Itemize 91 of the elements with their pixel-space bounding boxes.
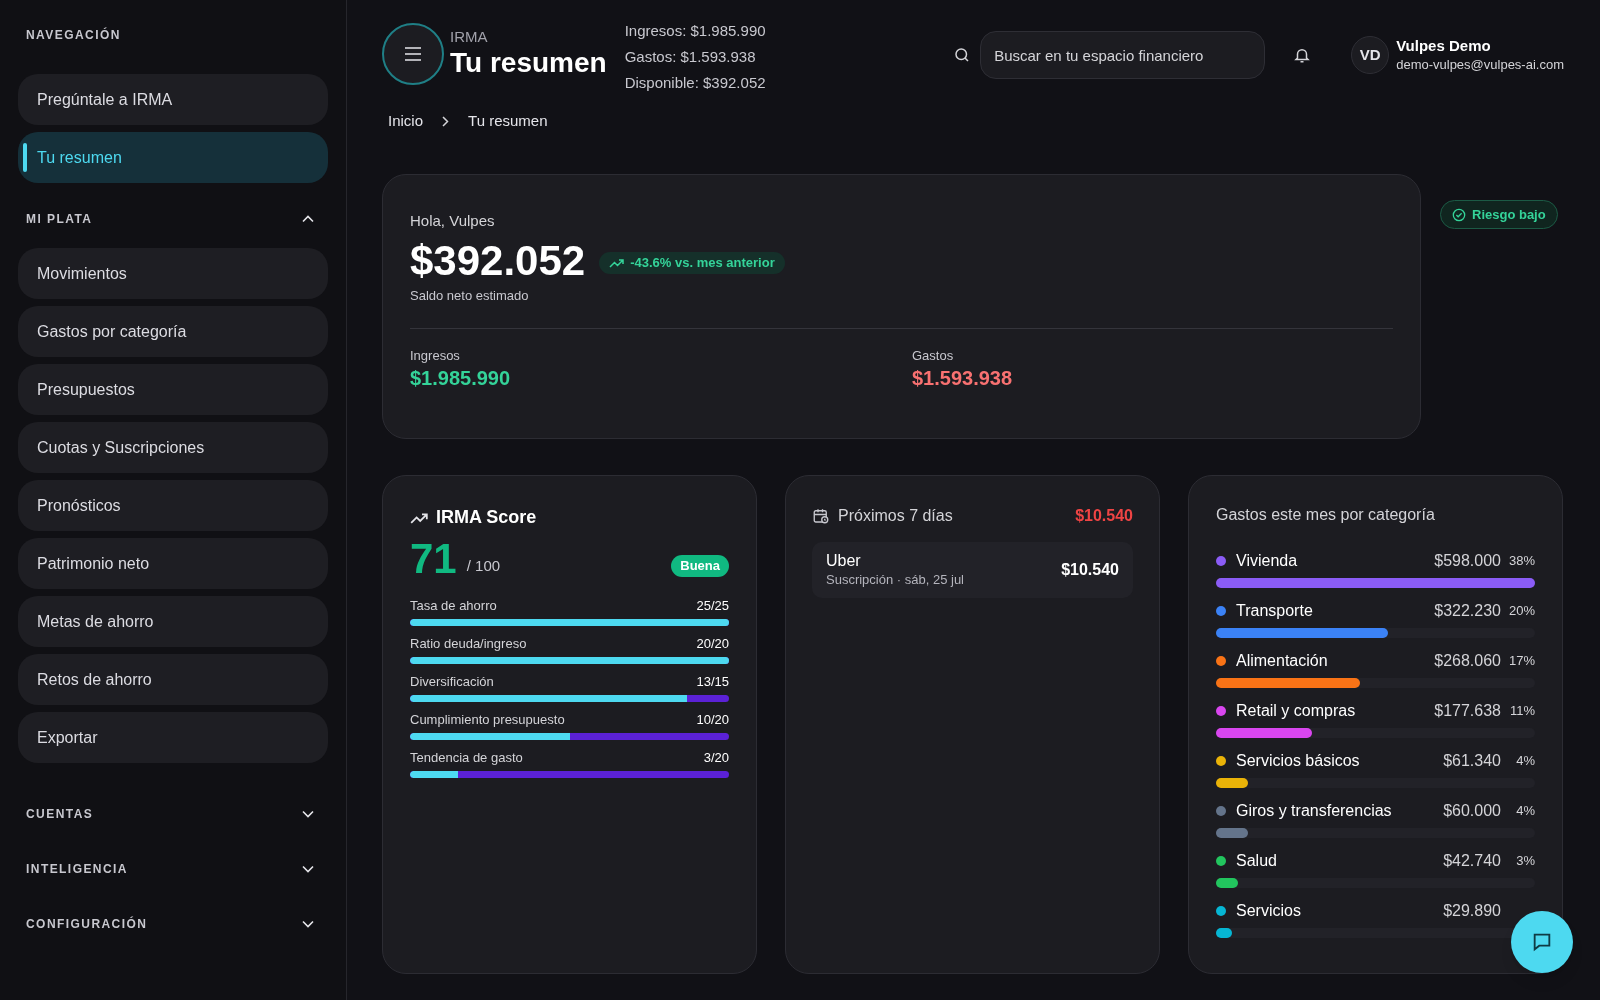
menu-icon (404, 47, 422, 61)
category-share: 4% (1515, 802, 1535, 821)
chevron-down-icon[interactable] (302, 920, 314, 928)
item-amount: $10.540 (1061, 560, 1119, 580)
user-email: demo-vulpes@vulpes-ai.com (1396, 56, 1564, 74)
sidebar-item[interactable]: Pregúntale a IRMA (18, 74, 328, 125)
expenses-label: Gastos (912, 347, 955, 365)
factor-reading: 20/20 (696, 635, 729, 653)
summary-line: Disponible: $392.052 (624, 73, 766, 93)
category-name: Servicios básicos (1236, 751, 1360, 771)
sidebar-item[interactable]: Retos de ahorro (18, 654, 328, 705)
page-title: Tu resumen (450, 47, 607, 79)
summary-line: Ingresos: $1.985.990 (624, 21, 766, 41)
category-amount: $42.740 (1443, 851, 1501, 871)
chat-icon (1531, 931, 1553, 953)
section-heading[interactable]: CUENTAS (26, 805, 94, 823)
check-circle-icon (1452, 207, 1466, 222)
summary-line: Gastos: $1.593.938 (624, 47, 757, 67)
category-name: Alimentación (1236, 651, 1328, 671)
item-name: Uber (826, 551, 862, 571)
factor-reading: 25/25 (696, 597, 729, 615)
breadcrumb-link[interactable]: Inicio (388, 109, 424, 133)
factor-reading: 13/15 (696, 673, 729, 691)
category-amount: $268.060 (1434, 651, 1501, 671)
category-amount: $60.000 (1443, 801, 1501, 821)
factor-label: Tendencia de gasto (410, 749, 523, 767)
search-field[interactable]: Buscar en tu espacio financiero (980, 31, 1266, 79)
sidebar-item[interactable]: Cuotas y Suscripciones (18, 422, 328, 473)
category-amount: $322.230 (1434, 601, 1501, 621)
category-share: 3% (1515, 852, 1535, 871)
card-title: Gastos este mes por categoría (1216, 505, 1436, 525)
sidebar-item[interactable]: Patrimonio neto (18, 538, 328, 589)
category-share: 38% (1507, 552, 1535, 571)
score-max: / 100 (466, 555, 501, 576)
section-heading[interactable]: MI PLATA (26, 210, 93, 228)
category-name: Salud (1236, 851, 1277, 871)
app-name: IRMA (450, 27, 489, 47)
category-share: 4% (1515, 752, 1535, 771)
section-heading[interactable]: INTELIGENCIA (26, 860, 128, 878)
factor-label: Cumplimiento presupuesto (410, 711, 565, 729)
category-amount: $29.890 (1443, 901, 1501, 921)
factor-reading: 10/20 (696, 711, 729, 729)
card-title: Próximos 7 días (838, 506, 953, 526)
category-amount: $61.340 (1443, 751, 1501, 771)
category-name: Servicios (1236, 901, 1301, 921)
rating-badge: Buena (671, 555, 729, 577)
sidebar-item[interactable]: Metas de ahorro (18, 596, 328, 647)
category-share: 20% (1507, 602, 1535, 621)
section-heading: NAVEGACIÓN (26, 26, 121, 44)
user-avatar[interactable]: VD (1351, 36, 1390, 74)
category-name: Retail y compras (1236, 701, 1356, 721)
greeting: Hola, Vulpes (410, 211, 496, 231)
factor-label: Diversificación (410, 673, 494, 691)
sidebar-item[interactable]: Gastos por categoría (18, 306, 328, 357)
category-name: Transporte (1236, 601, 1313, 621)
risk-badge: Riesgo bajo (1440, 200, 1558, 229)
category-share: 11% (1508, 702, 1535, 721)
sidebar-item[interactable]: Pronósticos (18, 480, 328, 531)
income-label: Ingresos (410, 347, 461, 365)
section-heading[interactable]: CONFIGURACIÓN (26, 915, 148, 933)
card-title: IRMA Score (436, 506, 537, 529)
sidebar-item[interactable]: Exportar (18, 712, 328, 763)
calendar-clock-icon (812, 507, 830, 525)
sidebar-item[interactable]: Presupuestos (18, 364, 328, 415)
item-detail: Suscripción · sáb, 25 jul (826, 571, 964, 589)
factor-label: Ratio deuda/ingreso (410, 635, 527, 653)
chevron-down-icon[interactable] (302, 865, 314, 873)
balance-label: Saldo neto estimado (410, 287, 530, 305)
bell-icon[interactable] (1293, 46, 1312, 64)
trend-up-icon (410, 511, 428, 524)
sidebar-item[interactable]: Movimientos (18, 248, 328, 299)
category-name: Vivienda (1236, 551, 1298, 571)
income-value: $1.985.990 (410, 366, 512, 391)
chevron-right-icon (442, 115, 450, 127)
user-name: Vulpes Demo (1396, 36, 1492, 56)
score-value: 71 (410, 535, 457, 583)
balance-value: $392.052 (410, 236, 586, 286)
category-amount: $177.638 (1434, 701, 1501, 721)
category-amount: $598.000 (1434, 551, 1501, 571)
upcoming-total: $10.540 (1075, 506, 1133, 526)
sidebar-item[interactable]: Tu resumen (18, 132, 328, 183)
chevron-up-icon[interactable] (302, 215, 314, 223)
category-name: Giros y transferencias (1236, 801, 1392, 821)
factor-reading: 3/20 (703, 749, 729, 767)
factor-label: Tasa de ahorro (410, 597, 497, 615)
upcoming-item[interactable]: Uber Suscripción · sáb, 25 jul $10.540 (812, 542, 1133, 598)
chevron-down-icon[interactable] (302, 810, 314, 818)
change-badge: -43.6% vs. mes anterior (599, 251, 785, 274)
expenses-value: $1.593.938 (912, 366, 1013, 391)
trend-up-icon (609, 257, 625, 268)
category-share: 17% (1507, 652, 1535, 671)
